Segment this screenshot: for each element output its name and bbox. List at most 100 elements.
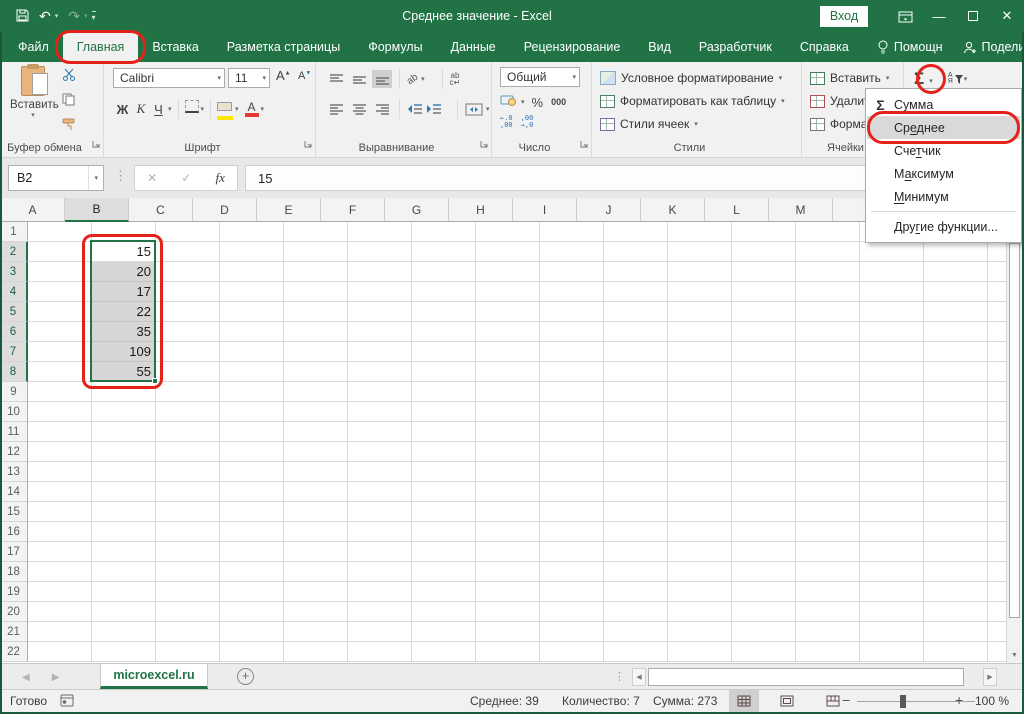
cell-C9[interactable]: [156, 382, 220, 402]
cell-G3[interactable]: [412, 262, 476, 282]
cell-B19[interactable]: [92, 582, 156, 602]
borders-dropdown-icon[interactable]: ▾: [201, 105, 205, 113]
cell-B2[interactable]: 15: [92, 242, 156, 262]
tab-Формулы[interactable]: Формулы: [354, 32, 436, 62]
cell-G6[interactable]: [412, 322, 476, 342]
cell-L16[interactable]: [732, 522, 796, 542]
percent-style-button[interactable]: %: [532, 95, 544, 110]
align-left-icon[interactable]: [326, 100, 346, 118]
row-header-6[interactable]: 6: [0, 322, 28, 342]
cell-L15[interactable]: [732, 502, 796, 522]
cell-H18[interactable]: [476, 562, 540, 582]
cell-F10[interactable]: [348, 402, 412, 422]
cell-E4[interactable]: [284, 282, 348, 302]
cell-L19[interactable]: [732, 582, 796, 602]
cell-F18[interactable]: [348, 562, 412, 582]
cell-J20[interactable]: [604, 602, 668, 622]
cell-B17[interactable]: [92, 542, 156, 562]
menu-item-Минимум[interactable]: Минимум: [867, 185, 1020, 208]
cell-L14[interactable]: [732, 482, 796, 502]
cell-M8[interactable]: [796, 362, 860, 382]
cell-L22[interactable]: [732, 642, 796, 662]
cell-K21[interactable]: [668, 622, 732, 642]
cell-A17[interactable]: [28, 542, 92, 562]
cell-J7[interactable]: [604, 342, 668, 362]
cell[interactable]: [924, 282, 988, 302]
cell-L8[interactable]: [732, 362, 796, 382]
underline-button[interactable]: Ч: [151, 102, 166, 117]
column-header-B[interactable]: B: [65, 198, 129, 222]
cell[interactable]: [860, 642, 924, 662]
cell-B6[interactable]: 35: [92, 322, 156, 342]
cell-A6[interactable]: [28, 322, 92, 342]
cell[interactable]: [860, 422, 924, 442]
cell-I16[interactable]: [540, 522, 604, 542]
cell[interactable]: [924, 422, 988, 442]
cell-G11[interactable]: [412, 422, 476, 442]
cell-M2[interactable]: [796, 242, 860, 262]
cell-M7[interactable]: [796, 342, 860, 362]
cell-H2[interactable]: [476, 242, 540, 262]
cell-C8[interactable]: [156, 362, 220, 382]
cell[interactable]: [924, 402, 988, 422]
cell[interactable]: [924, 582, 988, 602]
cell[interactable]: [924, 462, 988, 482]
cell-M14[interactable]: [796, 482, 860, 502]
macro-record-icon[interactable]: [60, 694, 74, 710]
cell-L13[interactable]: [732, 462, 796, 482]
cell-M10[interactable]: [796, 402, 860, 422]
dialog-launcher-icon[interactable]: [92, 135, 100, 153]
cell-H13[interactable]: [476, 462, 540, 482]
cell-K17[interactable]: [668, 542, 732, 562]
cell-I19[interactable]: [540, 582, 604, 602]
format-painter-icon[interactable]: [62, 118, 77, 136]
cell-M6[interactable]: [796, 322, 860, 342]
row-header-3[interactable]: 3: [0, 262, 28, 282]
row-header-7[interactable]: 7: [0, 342, 28, 362]
orientation-icon[interactable]: ab: [405, 71, 420, 86]
cell-A3[interactable]: [28, 262, 92, 282]
horizontal-scroll-thumb[interactable]: [648, 668, 964, 686]
align-right-icon[interactable]: [372, 100, 392, 118]
cell-J6[interactable]: [604, 322, 668, 342]
cell-D16[interactable]: [220, 522, 284, 542]
tab-Файл[interactable]: Файл: [4, 32, 63, 62]
cell-M3[interactable]: [796, 262, 860, 282]
column-header-A[interactable]: A: [1, 198, 65, 222]
cell-J3[interactable]: [604, 262, 668, 282]
cell-D9[interactable]: [220, 382, 284, 402]
cell-B22[interactable]: [92, 642, 156, 662]
tab-Разработчик[interactable]: Разработчик: [685, 32, 786, 62]
cell-K20[interactable]: [668, 602, 732, 622]
cell-D22[interactable]: [220, 642, 284, 662]
row-header-16[interactable]: 16: [0, 522, 28, 542]
cell-B21[interactable]: [92, 622, 156, 642]
tab-Рецензирование[interactable]: Рецензирование: [510, 32, 635, 62]
cell-E20[interactable]: [284, 602, 348, 622]
cell-M4[interactable]: [796, 282, 860, 302]
cell[interactable]: [860, 482, 924, 502]
cell-E19[interactable]: [284, 582, 348, 602]
cell[interactable]: [860, 402, 924, 422]
cell-H19[interactable]: [476, 582, 540, 602]
font-color-icon[interactable]: А: [245, 102, 259, 117]
cell-C11[interactable]: [156, 422, 220, 442]
cell-I8[interactable]: [540, 362, 604, 382]
cell-K6[interactable]: [668, 322, 732, 342]
cell-B5[interactable]: 22: [92, 302, 156, 322]
cell-J18[interactable]: [604, 562, 668, 582]
cell-A13[interactable]: [28, 462, 92, 482]
row-header-18[interactable]: 18: [0, 562, 28, 582]
cell-F15[interactable]: [348, 502, 412, 522]
cell-C1[interactable]: [156, 222, 220, 242]
cell[interactable]: [924, 322, 988, 342]
italic-button[interactable]: К: [133, 101, 149, 117]
tab-Разметка страницы[interactable]: Разметка страницы: [213, 32, 354, 62]
cell-F13[interactable]: [348, 462, 412, 482]
cell-L17[interactable]: [732, 542, 796, 562]
cell-I14[interactable]: [540, 482, 604, 502]
menu-item-Сумма[interactable]: ΣСумма: [867, 93, 1020, 116]
cell-G12[interactable]: [412, 442, 476, 462]
cell-M9[interactable]: [796, 382, 860, 402]
font-name-combo[interactable]: Calibri▾: [113, 68, 225, 88]
